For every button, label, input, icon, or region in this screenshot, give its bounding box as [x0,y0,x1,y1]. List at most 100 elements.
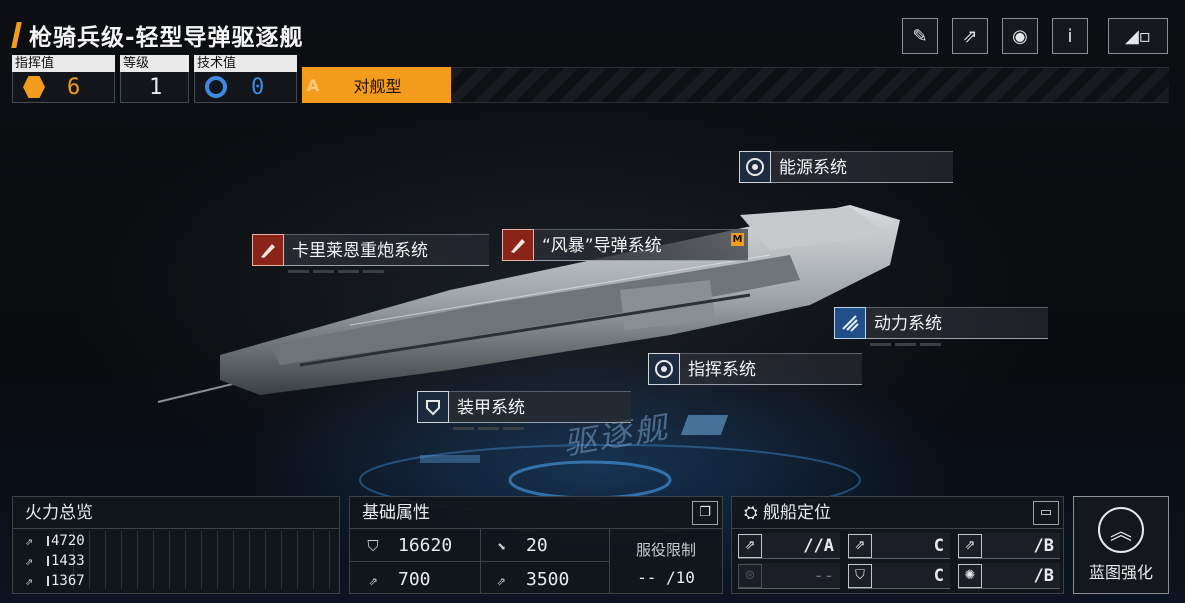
info-icon: i [1067,25,1073,47]
ship-type-tag: A 对舰型 [302,67,451,103]
detail-icon: ▭ [1039,505,1053,520]
share-button[interactable]: ⇗ [952,18,988,54]
position-cell[interactable]: ⇗ C [848,533,950,559]
command-system-icon [648,353,680,385]
system-artillery[interactable]: 卡里莱恩重炮系统 [252,234,489,273]
command-value-box: 6 [12,72,115,103]
position-cell[interactable]: ⛉ C [848,563,950,589]
anti-ship-icon: ⇗ [738,533,762,558]
position-grade: C [933,535,944,556]
back-button[interactable]: ◢▫ [1108,18,1168,54]
armor-icon [417,391,449,423]
armor-stat-icon: ⬊ [496,536,506,555]
range-icon: ⇗ [496,570,506,589]
energy-icon [739,151,771,183]
cannon-icon: ⇗ [25,554,33,569]
level-stat: 等级 1 [120,55,189,103]
range-value: 3500 [526,569,570,590]
hp-value: 16620 [398,535,453,556]
copy-icon: ❐ [699,505,711,520]
firepower-panel: 火力总览 ⇗ 4720 ⇗ 1433 ⇗ 1367 [12,496,340,594]
tech-label: 技术值 [194,55,297,72]
base-stats-panel: 基础属性 ❐ ⛉ 16620 ⬊ 20 ⇗ 700 ⇗ 3500 服役限制 -- /10 [349,496,723,594]
service-limit-value: -- /10 [637,568,695,587]
system-command[interactable]: 指挥系统 [648,353,862,385]
expand-stats-button[interactable]: ❐ [692,501,718,525]
position-grade: //A [803,535,834,556]
paint-button[interactable]: ✎ [902,18,938,54]
level-value-box: 1 [120,72,189,103]
system-artillery-label: 卡里莱恩重炮系统 [284,234,489,266]
type-letter: A [306,75,320,95]
firepower-title: 火力总览 [13,497,339,529]
upgrade-chevron-icon: ︽ [1098,507,1144,553]
position-cell[interactable]: ⇗ //A [738,533,840,559]
position-cell[interactable]: ✺ /B [958,563,1060,589]
positioning-title-text: 舰船定位 [763,503,832,523]
armor-slots [453,427,524,430]
firepower-value: 1433 [51,553,85,569]
share-icon: ⇗ [962,25,978,47]
base-stats-title: 基础属性 ❐ [350,497,722,529]
system-armor-label: 装甲系统 [449,391,631,423]
firepower-row: ⇗ 1367 [25,573,85,589]
command-label: 指挥值 [12,55,115,72]
positioning-detail-button[interactable]: ▭ [1033,501,1059,525]
service-limit: 服役限制 -- /10 [610,529,722,593]
tech-value: 0 [251,74,265,100]
propulsion-slots [870,343,941,346]
firepower-bar [47,536,49,546]
ship-title: 枪骑兵级-轻型导弹驱逐舰 [29,25,304,51]
paint-icon: ✎ [912,25,928,47]
missile-badge: M [731,233,744,246]
missile-label-text: “风暴”导弹系统 [542,236,662,256]
firepower-row: ⇗ 1433 [25,553,85,569]
firepower-bar [47,556,49,566]
position-grade: -- [813,565,834,586]
position-cell[interactable]: ⇗ /B [958,533,1060,559]
defense-icon: ⛉ [848,563,872,588]
range-stat: ⇗ 3500 [490,569,569,590]
firepower-row: ⇗ 4720 [25,533,85,549]
tech-value-box: 0 [194,72,297,103]
command-stat: 指挥值 6 [12,55,115,103]
positioning-panel: ⛭ 舰船定位 ▭ ⇗//A ⇗ C ⇗/B ⊛ -- ⛉ C ✺/B [731,496,1064,594]
base-stats-title-text: 基础属性 [362,503,430,523]
blueprint-label: 蓝图强化 [1088,563,1153,582]
level-label: 等级 [120,55,189,72]
speed-value: 700 [398,569,431,590]
command-hex-icon [23,76,45,98]
back-icon: ◢▫ [1124,25,1152,47]
service-limit-label: 服役限制 [635,541,696,559]
header-stripe [451,67,1169,103]
system-energy[interactable]: 能源系统 [739,151,953,183]
blueprint-upgrade-button[interactable]: ︽ 蓝图强化 [1073,496,1169,594]
system-missile[interactable]: “风暴”导弹系统 M [502,229,748,261]
command-value: 6 [67,74,81,100]
firepower-bar [47,576,49,586]
cannon-icon: ⇗ [25,534,33,549]
position-grade: /B [1033,535,1054,556]
tech-icon [205,76,227,98]
system-propulsion-label: 动力系统 [866,307,1048,339]
positioning-title: ⛭ 舰船定位 ▭ [732,497,1063,529]
position-grade: C [933,565,944,586]
firepower-value: 4720 [51,533,85,549]
firepower-grid [73,531,333,589]
tech-stat: 技术值 0 [194,55,297,103]
position-cell[interactable]: ⊛ -- [738,563,840,589]
anti-air-icon: ⇗ [848,533,872,558]
view-button[interactable]: ◉ [1002,18,1038,54]
info-button[interactable]: i [1052,18,1088,54]
propulsion-icon [834,307,866,339]
level-value: 1 [149,74,163,100]
support-icon: ⊛ [738,563,762,588]
system-armor[interactable]: 装甲系统 [417,391,631,430]
armor-value: 20 [526,535,548,556]
hp-stat: ⛉ 16620 [362,535,452,556]
system-energy-label: 能源系统 [771,151,953,183]
missile-icon [502,229,534,261]
view-icon: ◉ [1012,25,1028,47]
armor-stat: ⬊ 20 [490,535,548,556]
system-propulsion[interactable]: 动力系统 [834,307,1048,346]
